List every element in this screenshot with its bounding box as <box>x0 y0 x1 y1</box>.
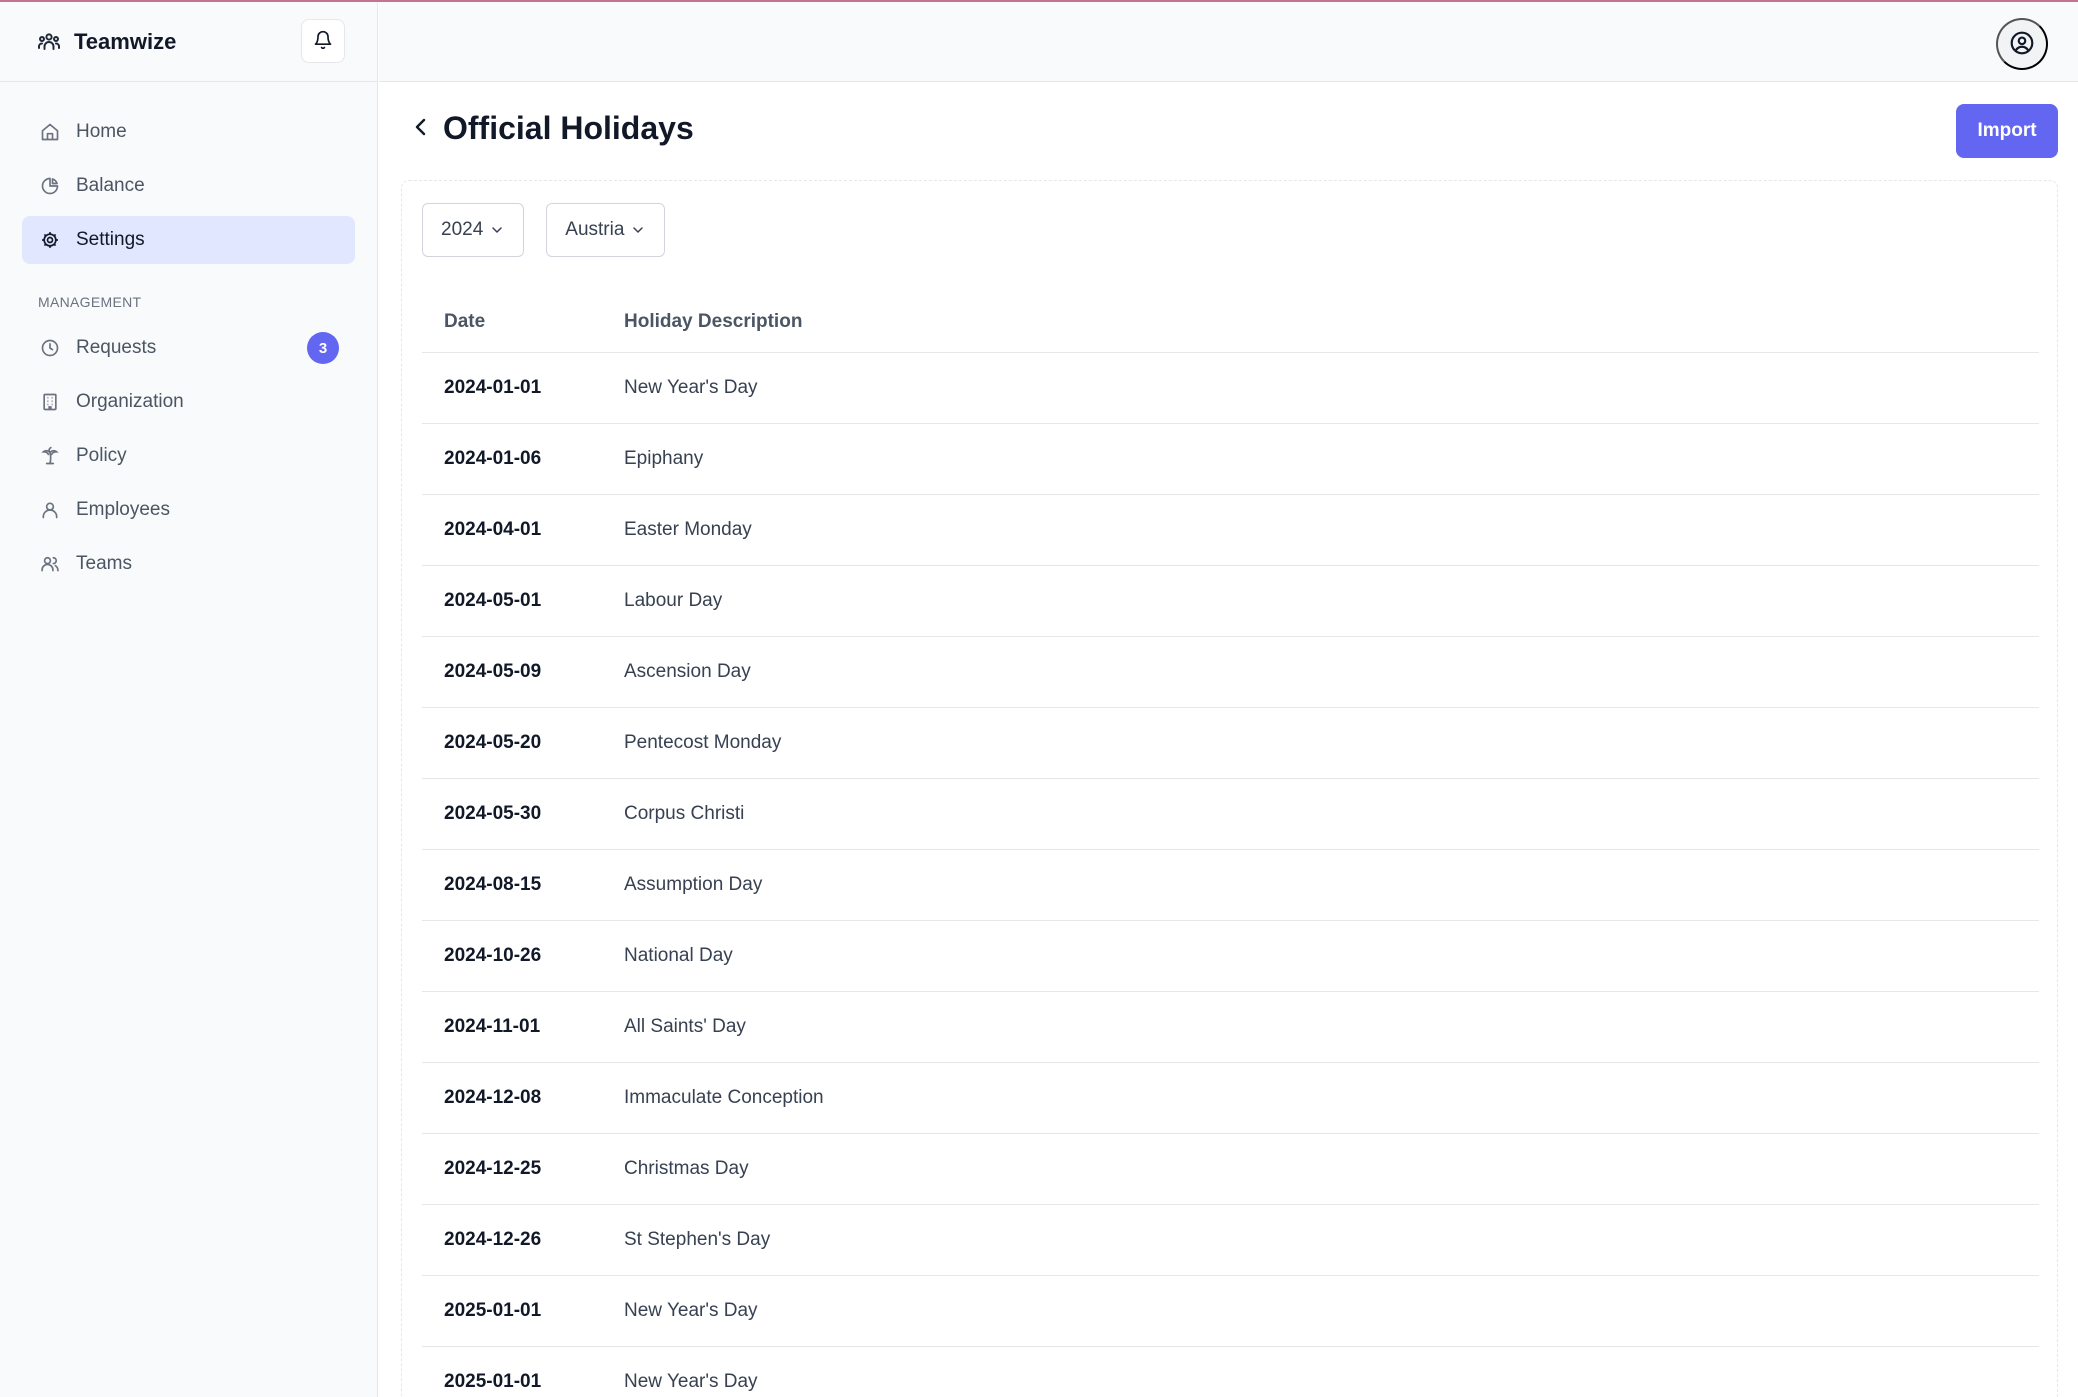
table-row: 2024-05-09 Ascension Day <box>422 637 2039 708</box>
sidebar-item-label: Employees <box>76 499 170 520</box>
user-circle-icon <box>2009 30 2035 59</box>
table-row: 2024-12-25 Christmas Day <box>422 1134 2039 1205</box>
building-icon <box>38 390 62 414</box>
holiday-description: Pentecost Monday <box>624 732 782 753</box>
table-row: 2024-11-01 All Saints' Day <box>422 992 2039 1063</box>
sidebar-item-label: Home <box>76 121 127 142</box>
holiday-description: Epiphany <box>624 448 704 469</box>
holiday-date: 2025-01-01 <box>444 1371 542 1392</box>
table-row: 2024-05-20 Pentecost Monday <box>422 708 2039 779</box>
notifications-button[interactable] <box>301 19 345 63</box>
table-row: 2024-12-26 St Stephen's Day <box>422 1205 2039 1276</box>
user-menu-button[interactable] <box>1996 18 2048 70</box>
team-logo-icon <box>36 29 62 55</box>
table-row: 2024-12-08 Immaculate Conception <box>422 1063 2039 1134</box>
palm-tree-icon <box>38 444 62 468</box>
sidebar-item-employees[interactable]: Employees <box>22 486 355 534</box>
home-icon <box>38 120 62 144</box>
holiday-description: National Day <box>624 945 733 966</box>
bell-icon <box>313 30 333 53</box>
holiday-date: 2025-01-01 <box>444 1300 542 1321</box>
holiday-description: New Year's Day <box>624 1300 758 1321</box>
holiday-date: 2024-01-06 <box>444 448 542 469</box>
table-row: 2024-08-15 Assumption Day <box>422 850 2039 921</box>
sidebar-item-teams[interactable]: Teams <box>22 540 355 588</box>
table-row: 2024-04-01 Easter Monday <box>422 495 2039 566</box>
holiday-date: 2024-08-15 <box>444 874 542 895</box>
sidebar-item-home[interactable]: Home <box>22 108 355 156</box>
requests-count-badge: 3 <box>307 332 339 364</box>
filters: 2024 Austria <box>422 203 687 257</box>
sidebar-item-label: Policy <box>76 445 127 466</box>
sidebar-item-label: Teams <box>76 553 132 574</box>
holiday-date: 2024-12-08 <box>444 1087 542 1108</box>
sidebar-item-label: Balance <box>76 175 145 196</box>
app-name: Teamwize <box>74 28 177 54</box>
table-row: 2024-10-26 National Day <box>422 921 2039 992</box>
column-header-date: Date <box>444 310 486 332</box>
holiday-description: St Stephen's Day <box>624 1229 771 1250</box>
holiday-date: 2024-05-30 <box>444 803 542 824</box>
holiday-description: Assumption Day <box>624 874 763 895</box>
holiday-date: 2024-05-20 <box>444 732 542 753</box>
table-row: 2024-05-30 Corpus Christi <box>422 779 2039 850</box>
sidebar-item-label: Requests <box>76 337 157 358</box>
holiday-description: Immaculate Conception <box>624 1087 824 1108</box>
holiday-description: Corpus Christi <box>624 803 745 824</box>
holiday-date: 2024-04-01 <box>444 519 542 540</box>
sidebar-item-organization[interactable]: Organization <box>22 378 355 426</box>
holiday-description: Christmas Day <box>624 1158 749 1179</box>
holiday-description: Ascension Day <box>624 661 751 682</box>
sidebar: Teamwize Home Balance Settings MANAGEMEN… <box>0 2 378 1397</box>
import-button[interactable]: Import <box>1956 104 2058 158</box>
sidebar-item-requests[interactable]: Requests 3 <box>22 324 355 372</box>
holiday-date: 2024-01-01 <box>444 377 542 398</box>
holiday-date: 2024-12-25 <box>444 1158 542 1179</box>
holiday-date: 2024-11-01 <box>444 1016 541 1037</box>
column-header-description: Holiday Description <box>624 310 803 332</box>
holiday-date: 2024-10-26 <box>444 945 542 966</box>
table-row: 2024-01-01 New Year's Day <box>422 353 2039 424</box>
year-select[interactable]: 2024 <box>422 203 525 257</box>
holiday-description: All Saints' Day <box>624 1016 746 1037</box>
holiday-description: New Year's Day <box>624 377 758 398</box>
top-bar <box>379 2 2078 82</box>
table-row: 2025-01-01 New Year's Day <box>422 1347 2039 1397</box>
sidebar-item-label: Settings <box>76 229 145 250</box>
holiday-date: 2024-05-09 <box>444 661 542 682</box>
page-title: Official Holidays <box>443 110 694 146</box>
country-select[interactable]: Austria <box>546 203 666 257</box>
table-row: 2024-05-01 Labour Day <box>422 566 2039 637</box>
table-row: 2024-01-06 Epiphany <box>422 424 2039 495</box>
holiday-description: New Year's Day <box>624 1371 758 1392</box>
back-button[interactable] <box>405 112 437 144</box>
chevron-down-icon <box>489 222 505 238</box>
year-select-value: 2024 <box>441 219 484 240</box>
holidays-table: Date Holiday Description 2024-01-01 New Y… <box>422 291 2039 1397</box>
table-row: 2025-01-01 New Year's Day <box>422 1276 2039 1347</box>
sidebar-item-settings[interactable]: Settings <box>22 216 355 264</box>
section-label-management: MANAGEMENT <box>38 294 142 310</box>
holiday-date: 2024-05-01 <box>444 590 542 611</box>
chevron-left-icon <box>409 115 433 142</box>
holiday-description: Easter Monday <box>624 519 752 540</box>
table-body: 2024-01-01 New Year's Day 2024-01-06 Epipha… <box>422 353 2039 1397</box>
country-select-value: Austria <box>565 219 625 240</box>
holidays-card: 2024 Austria Date Holiday Description 20… <box>401 180 2058 1397</box>
chevron-down-icon <box>630 222 646 238</box>
clock-icon <box>38 336 62 360</box>
holiday-description: Labour Day <box>624 590 723 611</box>
holiday-date: 2024-12-26 <box>444 1229 542 1250</box>
page-header: Official Holidays Import <box>379 82 2078 178</box>
pie-chart-icon <box>38 174 62 198</box>
users-icon <box>38 552 62 576</box>
table-header: Date Holiday Description <box>422 291 2039 353</box>
gear-icon <box>38 228 62 252</box>
brand-bar: Teamwize <box>0 2 377 82</box>
sidebar-item-label: Organization <box>76 391 184 412</box>
sidebar-nav: Home Balance Settings MANAGEMENT Request… <box>0 82 377 588</box>
sidebar-item-policy[interactable]: Policy <box>22 432 355 480</box>
user-icon <box>38 498 62 522</box>
sidebar-item-balance[interactable]: Balance <box>22 162 355 210</box>
